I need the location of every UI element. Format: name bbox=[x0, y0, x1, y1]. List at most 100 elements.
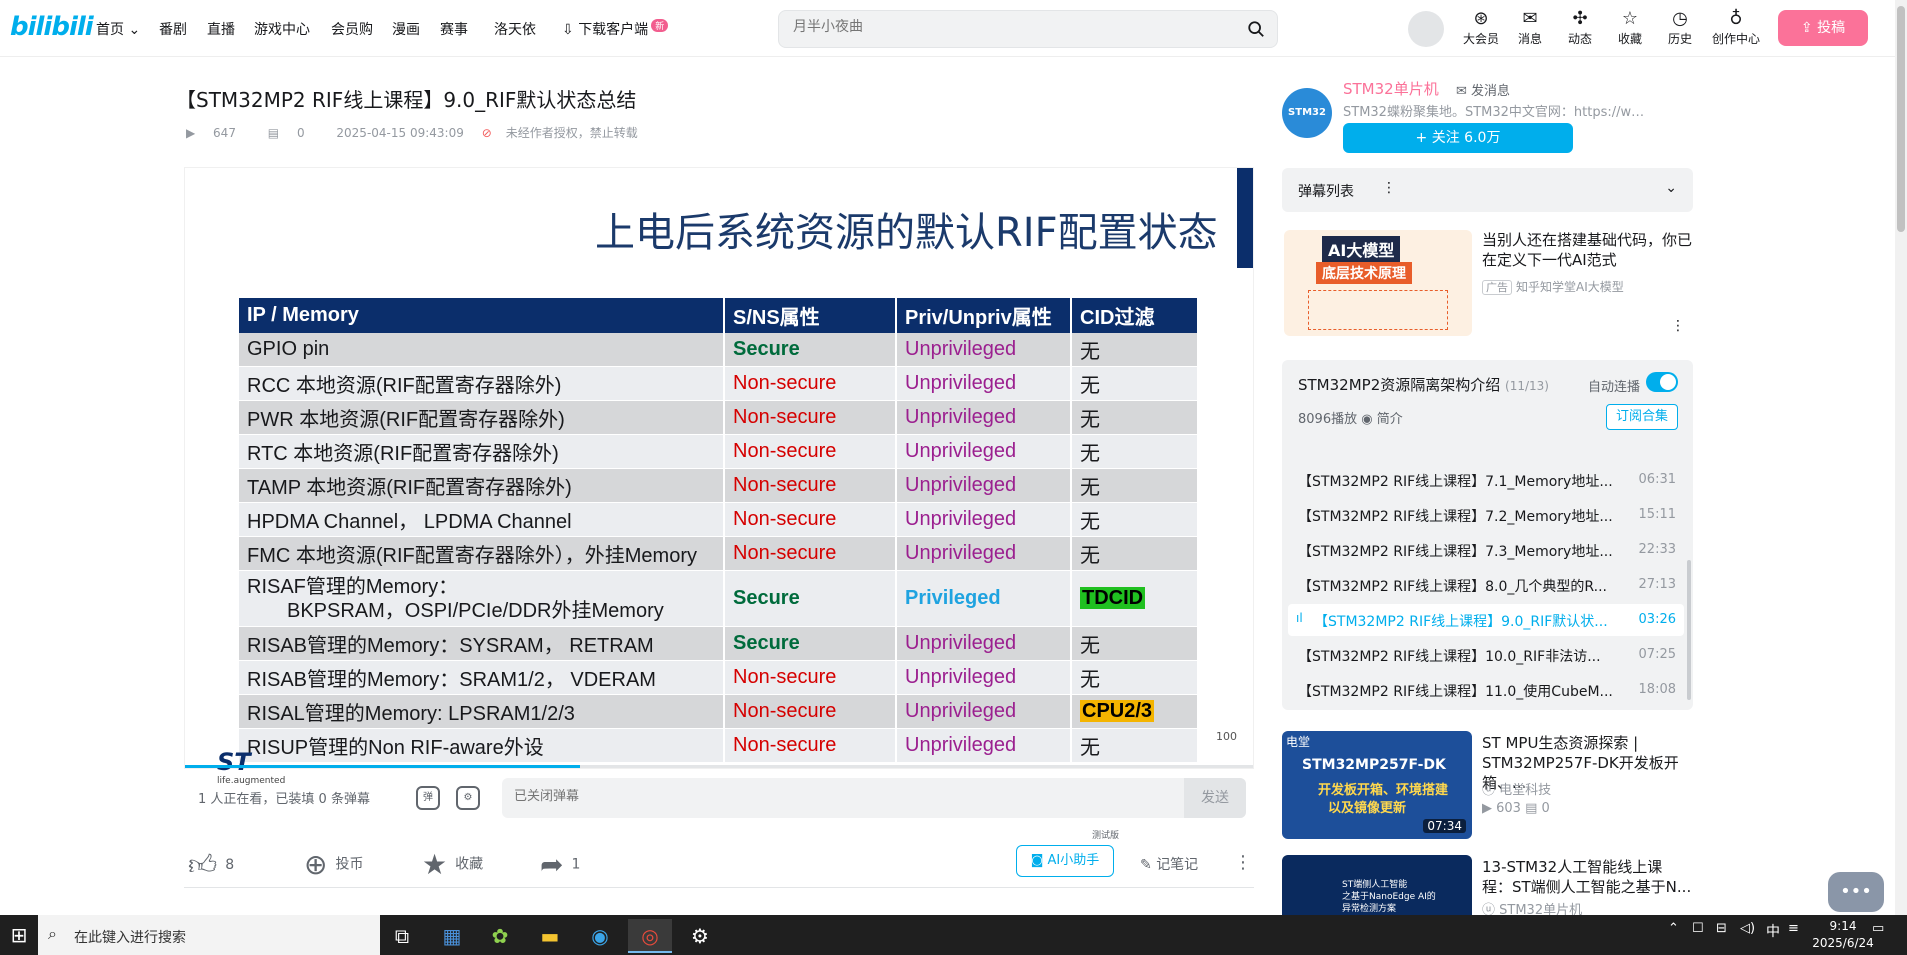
cell-ip: RISAL管理的Memory: LPSRAM1/2/3 bbox=[239, 694, 725, 729]
recommended-title[interactable]: 13-STM32人工智能线上课程：ST端侧人工智能之基于N... bbox=[1482, 857, 1692, 897]
playlist-item-title: 【STM32MP2 RIF线上课程】10.0_RIF非法访... bbox=[1298, 649, 1601, 665]
nav-esports[interactable]: 赛事 bbox=[440, 19, 468, 39]
cell-ip: HPDMA Channel， LPDMA Channel bbox=[239, 502, 725, 537]
favorite-button[interactable]: ★ 收藏 bbox=[422, 848, 483, 881]
now-playing-icon: ıl bbox=[1296, 611, 1303, 625]
chat-bubble-icon[interactable]: ••• bbox=[1828, 872, 1884, 912]
upload-button[interactable]: ⇪ 投稿 bbox=[1778, 10, 1868, 46]
recommended-video[interactable]: ST端侧人工智能 之基于NanoEdge AI的 异常检测方案 13-STM32… bbox=[1282, 855, 1693, 915]
send-message-button[interactable]: ✉ 发消息 bbox=[1456, 80, 1510, 99]
windows-start-icon[interactable]: ⊞ bbox=[0, 918, 38, 952]
playlist-item-title: 【STM32MP2 RIF线上课程】7.3_Memory地址... bbox=[1298, 544, 1613, 560]
header-history[interactable]: ◷ 历史 bbox=[1656, 8, 1704, 47]
recommended-video[interactable]: 电堂 STM32MP257F-DK 开发板开箱、环境搭建 以及镜像更新 07:3… bbox=[1282, 731, 1693, 841]
kebab-icon[interactable]: ⋮ bbox=[1671, 318, 1685, 334]
task-view-icon[interactable]: ⧉ bbox=[380, 919, 424, 953]
playlist-count: (11/13) bbox=[1505, 379, 1549, 393]
search-icon[interactable] bbox=[1247, 20, 1265, 38]
autoplay-toggle[interactable] bbox=[1646, 372, 1678, 392]
playlist-item[interactable]: 【STM32MP2 RIF线上课程】7.2_Memory地址... 15:11 bbox=[1288, 499, 1684, 531]
playlist-intro-link[interactable]: 简介 bbox=[1377, 412, 1403, 427]
publish-date: 2025-04-15 09:43:09 bbox=[336, 126, 464, 140]
uploader-name[interactable]: STM32单片机 bbox=[1343, 78, 1439, 99]
more-options-icon[interactable]: ⋮ bbox=[1234, 852, 1252, 873]
viewer-status: 1 人正在看，已装填 0 条弹幕 bbox=[198, 792, 370, 807]
notes-button[interactable]: ✎ 记笔记 bbox=[1140, 854, 1198, 874]
header-vip[interactable]: ⊛ 大会员 bbox=[1457, 8, 1505, 47]
playlist-scrollbar[interactable] bbox=[1687, 560, 1691, 700]
ad-card[interactable]: AI大模型 底层技术原理 当别人还在搭建基础代码，你已在定义下一代AI范式 广告… bbox=[1282, 222, 1693, 342]
input-method-indicator[interactable]: 中 bbox=[1766, 921, 1780, 941]
page-scrollbar[interactable] bbox=[1895, 0, 1907, 915]
playlist-title[interactable]: STM32MP2资源隔离架构介绍 (11/13) bbox=[1298, 374, 1549, 395]
playlist-item[interactable]: 【STM32MP2 RIF线上课程】11.0_使用CubeM... 18:08 bbox=[1288, 674, 1684, 706]
video-progress-bar[interactable] bbox=[185, 765, 1253, 768]
recommended-thumbnail[interactable]: ST端侧人工智能 之基于NanoEdge AI的 异常检测方案 bbox=[1282, 855, 1472, 915]
ad-title[interactable]: 当别人还在搭建基础代码，你已在定义下一代AI范式 bbox=[1482, 230, 1692, 270]
nav-live[interactable]: 直播 bbox=[207, 19, 235, 39]
nav-home[interactable]: 首页 ⌄ bbox=[96, 19, 140, 39]
recommended-thumbnail[interactable]: 电堂 STM32MP257F-DK 开发板开箱、环境搭建 以及镜像更新 07:3… bbox=[1282, 731, 1472, 839]
subscribe-collection-button[interactable]: 订阅合集 bbox=[1606, 404, 1678, 430]
coin-button[interactable]: ⊕ 投币 bbox=[304, 848, 363, 881]
volume-icon[interactable]: ◁) bbox=[1740, 921, 1755, 936]
nav-bangumi[interactable]: 番剧 bbox=[159, 19, 187, 39]
uploader-avatar[interactable]: STM32 bbox=[1282, 88, 1332, 138]
like-button[interactable]: 👍︎ 8 bbox=[188, 848, 234, 882]
user-avatar[interactable] bbox=[1408, 11, 1444, 47]
nav-luotianyi[interactable]: 洛天依 bbox=[494, 19, 536, 39]
danmaku-count: ▤ 0 bbox=[268, 126, 319, 140]
kebab-icon[interactable]: ⋮ bbox=[1382, 180, 1396, 196]
play-count-value: 647 bbox=[213, 126, 236, 140]
edge-browser-icon[interactable]: ◉ bbox=[578, 919, 622, 953]
system-clock[interactable]: 9:14 2025/6/24 bbox=[1808, 918, 1878, 952]
danmaku-settings-icon[interactable]: ⚙ bbox=[456, 786, 480, 810]
notes-label: 记笔记 bbox=[1156, 857, 1199, 873]
taskbar-search[interactable]: ⌕ 在此键入进行搜索 bbox=[38, 915, 380, 955]
playlist-item[interactable]: 【STM32MP2 RIF线上课程】7.1_Memory地址... 06:31 bbox=[1288, 464, 1684, 496]
header-dynamic[interactable]: ✣ 动态 bbox=[1556, 8, 1604, 47]
tray-chevron-up-icon[interactable]: ⌃ bbox=[1668, 921, 1679, 936]
danmaku-toggle-icon[interactable]: 弹 bbox=[416, 786, 440, 810]
network-icon[interactable]: ⊟ bbox=[1716, 921, 1727, 936]
recommended-uploader[interactable]: ⓤ STM32单片机 bbox=[1482, 899, 1582, 915]
recommended-uploader[interactable]: ⓤ 电堂科技 bbox=[1482, 779, 1551, 798]
nav-shop[interactable]: 会员购 bbox=[331, 19, 373, 39]
header-message[interactable]: ✉ 消息 bbox=[1506, 8, 1554, 47]
paint-icon[interactable]: ✿ bbox=[478, 919, 522, 953]
playlist-item[interactable]: 【STM32MP2 RIF线上课程】8.0_几个典型的R... 27:13 bbox=[1288, 569, 1684, 601]
share-button[interactable]: ➦ 1 bbox=[540, 848, 580, 881]
danmaku-input[interactable] bbox=[514, 789, 1034, 804]
thumb-subtitle-2: 异常检测方案 bbox=[1342, 904, 1397, 914]
chevron-down-icon[interactable]: ⌄ bbox=[1665, 180, 1677, 196]
ai-assistant-button[interactable]: ◙ AI小助手 bbox=[1016, 845, 1114, 877]
tray-app-icon[interactable]: ☐ bbox=[1692, 921, 1704, 936]
settings-gear-icon[interactable]: ⚙ bbox=[678, 919, 722, 953]
nav-download-client[interactable]: ⇩ 下载客户端新 bbox=[562, 19, 669, 39]
nav-game-center[interactable]: 游戏中心 bbox=[254, 19, 310, 39]
header-creator[interactable]: ♁ 创作中心 bbox=[1708, 8, 1764, 47]
cell-priv: Privileged bbox=[896, 570, 1072, 627]
like-count: 8 bbox=[225, 857, 235, 873]
playlist-item-active[interactable]: 【STM32MP2 RIF线上课程】9.0_RIF默认状... ıl 03:26 bbox=[1288, 604, 1684, 636]
header-favorite-label: 收藏 bbox=[1617, 32, 1642, 46]
video-player[interactable]: 上电后系统资源的默认RIF配置状态 IP / Memory S/NS属性 Pri… bbox=[184, 167, 1254, 786]
header-favorite[interactable]: ☆ 收藏 bbox=[1606, 8, 1654, 47]
bilibili-logo[interactable]: bilibili bbox=[10, 12, 94, 42]
chrome-browser-icon[interactable]: ◎ bbox=[628, 919, 672, 953]
ad-thumbnail[interactable]: AI大模型 底层技术原理 bbox=[1284, 230, 1472, 336]
danmaku-send-button[interactable]: 发送 bbox=[1184, 778, 1246, 818]
coin-label: 投币 bbox=[335, 856, 364, 873]
playlist-item[interactable]: 【STM32MP2 RIF线上课程】7.3_Memory地址... 22:33 bbox=[1288, 534, 1684, 566]
playlist-title-text: STM32MP2资源隔离架构介绍 bbox=[1298, 376, 1501, 394]
follow-button[interactable]: + 关注 6.0万 bbox=[1343, 123, 1573, 153]
danmaku-list-panel[interactable]: 弹幕列表 ⋮ ⌄ bbox=[1282, 168, 1693, 212]
nav-manga[interactable]: 漫画 bbox=[392, 19, 420, 39]
page-scrollbar-thumb[interactable] bbox=[1897, 6, 1905, 232]
file-explorer-icon[interactable]: ▬ bbox=[528, 919, 572, 953]
search-input[interactable] bbox=[793, 19, 1233, 35]
calculator-icon[interactable]: ▦ bbox=[430, 919, 474, 953]
tray-menu-icon[interactable]: ≡ bbox=[1788, 921, 1799, 936]
notification-icon[interactable]: ▭ bbox=[1872, 921, 1884, 936]
playlist-item[interactable]: 【STM32MP2 RIF线上课程】10.0_RIF非法访... 07:25 bbox=[1288, 639, 1684, 671]
